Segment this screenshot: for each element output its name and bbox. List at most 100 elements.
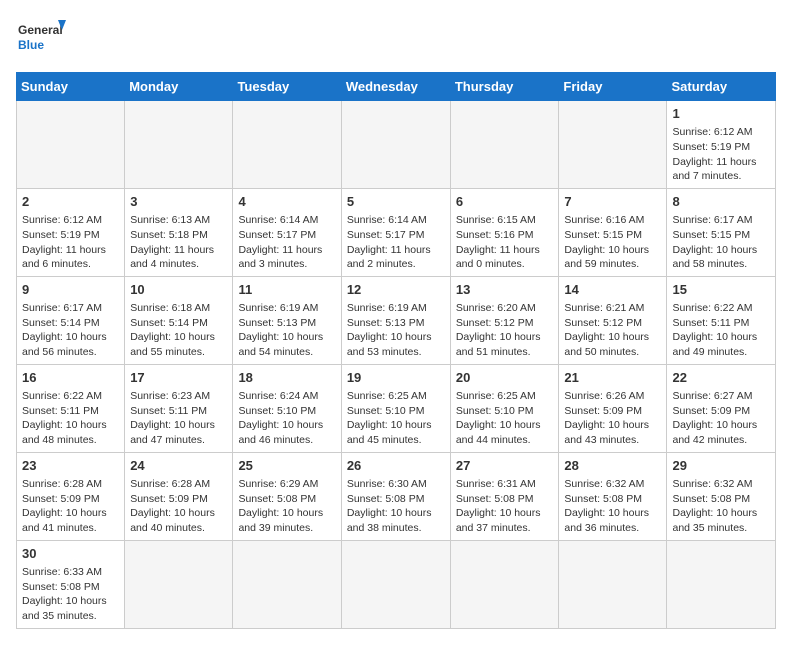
day-info: Sunrise: 6:13 AM Sunset: 5:18 PM Dayligh… xyxy=(130,213,227,272)
day-number: 7 xyxy=(564,193,661,211)
day-info: Sunrise: 6:19 AM Sunset: 5:13 PM Dayligh… xyxy=(347,301,445,360)
day-number: 27 xyxy=(456,457,554,475)
day-number: 9 xyxy=(22,281,119,299)
day-number: 2 xyxy=(22,193,119,211)
day-cell: 8Sunrise: 6:17 AM Sunset: 5:15 PM Daylig… xyxy=(667,188,776,276)
day-info: Sunrise: 6:14 AM Sunset: 5:17 PM Dayligh… xyxy=(238,213,335,272)
calendar-table: SundayMondayTuesdayWednesdayThursdayFrid… xyxy=(16,72,776,629)
day-number: 14 xyxy=(564,281,661,299)
day-info: Sunrise: 6:26 AM Sunset: 5:09 PM Dayligh… xyxy=(564,389,661,448)
day-info: Sunrise: 6:28 AM Sunset: 5:09 PM Dayligh… xyxy=(22,477,119,536)
day-cell: 19Sunrise: 6:25 AM Sunset: 5:10 PM Dayli… xyxy=(341,364,450,452)
day-cell xyxy=(450,540,559,628)
weekday-header-monday: Monday xyxy=(125,73,233,101)
day-info: Sunrise: 6:12 AM Sunset: 5:19 PM Dayligh… xyxy=(22,213,119,272)
day-cell: 14 Sunrise: 6:21 AM Sunset: 5:12 PM Dayli… xyxy=(559,276,667,364)
day-number: 11 xyxy=(238,281,335,299)
day-cell xyxy=(17,101,125,189)
day-info: Sunrise: 6:14 AM Sunset: 5:17 PM Dayligh… xyxy=(347,213,445,272)
day-info: Sunrise: 6:31 AM Sunset: 5:08 PM Dayligh… xyxy=(456,477,554,536)
day-cell: 6Sunrise: 6:15 AM Sunset: 5:16 PM Daylig… xyxy=(450,188,559,276)
day-info: Sunrise: 6:20 AM Sunset: 5:12 PM Dayligh… xyxy=(456,301,554,360)
day-info: Sunrise: 6:22 AM Sunset: 5:11 PM Dayligh… xyxy=(672,301,770,360)
week-row-5: 30Sunrise: 6:33 AM Sunset: 5:08 PM Dayli… xyxy=(17,540,776,628)
day-cell xyxy=(125,101,233,189)
week-row-0: 1Sunrise: 6:12 AM Sunset: 5:19 PM Daylig… xyxy=(17,101,776,189)
day-cell xyxy=(341,101,450,189)
day-number: 22 xyxy=(672,369,770,387)
day-info: Sunrise: 6:16 AM Sunset: 5:15 PM Dayligh… xyxy=(564,213,661,272)
day-info: Sunrise: 6:12 AM Sunset: 5:19 PM Dayligh… xyxy=(672,125,770,184)
day-number: 13 xyxy=(456,281,554,299)
day-cell: 28Sunrise: 6:32 AM Sunset: 5:08 PM Dayli… xyxy=(559,452,667,540)
day-cell: 12 Sunrise: 6:19 AM Sunset: 5:13 PM Dayli… xyxy=(341,276,450,364)
day-number: 15 xyxy=(672,281,770,299)
day-cell: 25 Sunrise: 6:29 AM Sunset: 5:08 PM Dayli… xyxy=(233,452,341,540)
day-number: 10 xyxy=(130,281,227,299)
day-info: Sunrise: 6:32 AM Sunset: 5:08 PM Dayligh… xyxy=(672,477,770,536)
weekday-header-row: SundayMondayTuesdayWednesdayThursdayFrid… xyxy=(17,73,776,101)
day-cell: 21 Sunrise: 6:26 AM Sunset: 5:09 PM Dayli… xyxy=(559,364,667,452)
logo-svg: General Blue xyxy=(16,16,66,60)
week-row-4: 23 Sunrise: 6:28 AM Sunset: 5:09 PM Dayli… xyxy=(17,452,776,540)
day-info: Sunrise: 6:25 AM Sunset: 5:10 PM Dayligh… xyxy=(456,389,554,448)
week-row-2: 9Sunrise: 6:17 AM Sunset: 5:14 PM Daylig… xyxy=(17,276,776,364)
day-cell: 7 Sunrise: 6:16 AM Sunset: 5:15 PM Daylig… xyxy=(559,188,667,276)
day-number: 17 xyxy=(130,369,227,387)
day-info: Sunrise: 6:33 AM Sunset: 5:08 PM Dayligh… xyxy=(22,565,119,624)
day-number: 5 xyxy=(347,193,445,211)
day-info: Sunrise: 6:19 AM Sunset: 5:13 PM Dayligh… xyxy=(238,301,335,360)
day-cell: 1Sunrise: 6:12 AM Sunset: 5:19 PM Daylig… xyxy=(667,101,776,189)
weekday-header-wednesday: Wednesday xyxy=(341,73,450,101)
day-number: 29 xyxy=(672,457,770,475)
day-number: 21 xyxy=(564,369,661,387)
day-cell: 3Sunrise: 6:13 AM Sunset: 5:18 PM Daylig… xyxy=(125,188,233,276)
day-cell xyxy=(125,540,233,628)
day-cell: 26 Sunrise: 6:30 AM Sunset: 5:08 PM Dayli… xyxy=(341,452,450,540)
day-cell xyxy=(233,101,341,189)
day-info: Sunrise: 6:29 AM Sunset: 5:08 PM Dayligh… xyxy=(238,477,335,536)
day-cell: 9Sunrise: 6:17 AM Sunset: 5:14 PM Daylig… xyxy=(17,276,125,364)
day-cell: 4 Sunrise: 6:14 AM Sunset: 5:17 PM Daylig… xyxy=(233,188,341,276)
day-cell: 30Sunrise: 6:33 AM Sunset: 5:08 PM Dayli… xyxy=(17,540,125,628)
day-cell: 16Sunrise: 6:22 AM Sunset: 5:11 PM Dayli… xyxy=(17,364,125,452)
day-cell: 13 Sunrise: 6:20 AM Sunset: 5:12 PM Dayli… xyxy=(450,276,559,364)
day-info: Sunrise: 6:18 AM Sunset: 5:14 PM Dayligh… xyxy=(130,301,227,360)
day-cell: 10 Sunrise: 6:18 AM Sunset: 5:14 PM Dayli… xyxy=(125,276,233,364)
day-cell: 23 Sunrise: 6:28 AM Sunset: 5:09 PM Dayli… xyxy=(17,452,125,540)
day-cell: 18 Sunrise: 6:24 AM Sunset: 5:10 PM Dayli… xyxy=(233,364,341,452)
week-row-1: 2 Sunrise: 6:12 AM Sunset: 5:19 PM Daylig… xyxy=(17,188,776,276)
day-number: 6 xyxy=(456,193,554,211)
day-number: 23 xyxy=(22,457,119,475)
day-number: 12 xyxy=(347,281,445,299)
day-cell xyxy=(341,540,450,628)
day-cell: 20 Sunrise: 6:25 AM Sunset: 5:10 PM Dayli… xyxy=(450,364,559,452)
weekday-header-friday: Friday xyxy=(559,73,667,101)
day-info: Sunrise: 6:21 AM Sunset: 5:12 PM Dayligh… xyxy=(564,301,661,360)
weekday-header-sunday: Sunday xyxy=(17,73,125,101)
weekday-header-tuesday: Tuesday xyxy=(233,73,341,101)
day-cell: 15 Sunrise: 6:22 AM Sunset: 5:11 PM Dayli… xyxy=(667,276,776,364)
day-cell xyxy=(667,540,776,628)
day-number: 24 xyxy=(130,457,227,475)
day-number: 4 xyxy=(238,193,335,211)
day-cell xyxy=(559,540,667,628)
day-number: 26 xyxy=(347,457,445,475)
week-row-3: 16Sunrise: 6:22 AM Sunset: 5:11 PM Dayli… xyxy=(17,364,776,452)
day-number: 20 xyxy=(456,369,554,387)
day-info: Sunrise: 6:28 AM Sunset: 5:09 PM Dayligh… xyxy=(130,477,227,536)
day-info: Sunrise: 6:24 AM Sunset: 5:10 PM Dayligh… xyxy=(238,389,335,448)
weekday-header-saturday: Saturday xyxy=(667,73,776,101)
day-info: Sunrise: 6:22 AM Sunset: 5:11 PM Dayligh… xyxy=(22,389,119,448)
day-cell: 17Sunrise: 6:23 AM Sunset: 5:11 PM Dayli… xyxy=(125,364,233,452)
day-info: Sunrise: 6:30 AM Sunset: 5:08 PM Dayligh… xyxy=(347,477,445,536)
day-number: 18 xyxy=(238,369,335,387)
day-cell: 22Sunrise: 6:27 AM Sunset: 5:09 PM Dayli… xyxy=(667,364,776,452)
logo: General Blue xyxy=(16,16,66,60)
day-info: Sunrise: 6:25 AM Sunset: 5:10 PM Dayligh… xyxy=(347,389,445,448)
day-cell: 24 Sunrise: 6:28 AM Sunset: 5:09 PM Dayli… xyxy=(125,452,233,540)
day-info: Sunrise: 6:32 AM Sunset: 5:08 PM Dayligh… xyxy=(564,477,661,536)
day-cell xyxy=(233,540,341,628)
day-cell xyxy=(559,101,667,189)
day-number: 25 xyxy=(238,457,335,475)
